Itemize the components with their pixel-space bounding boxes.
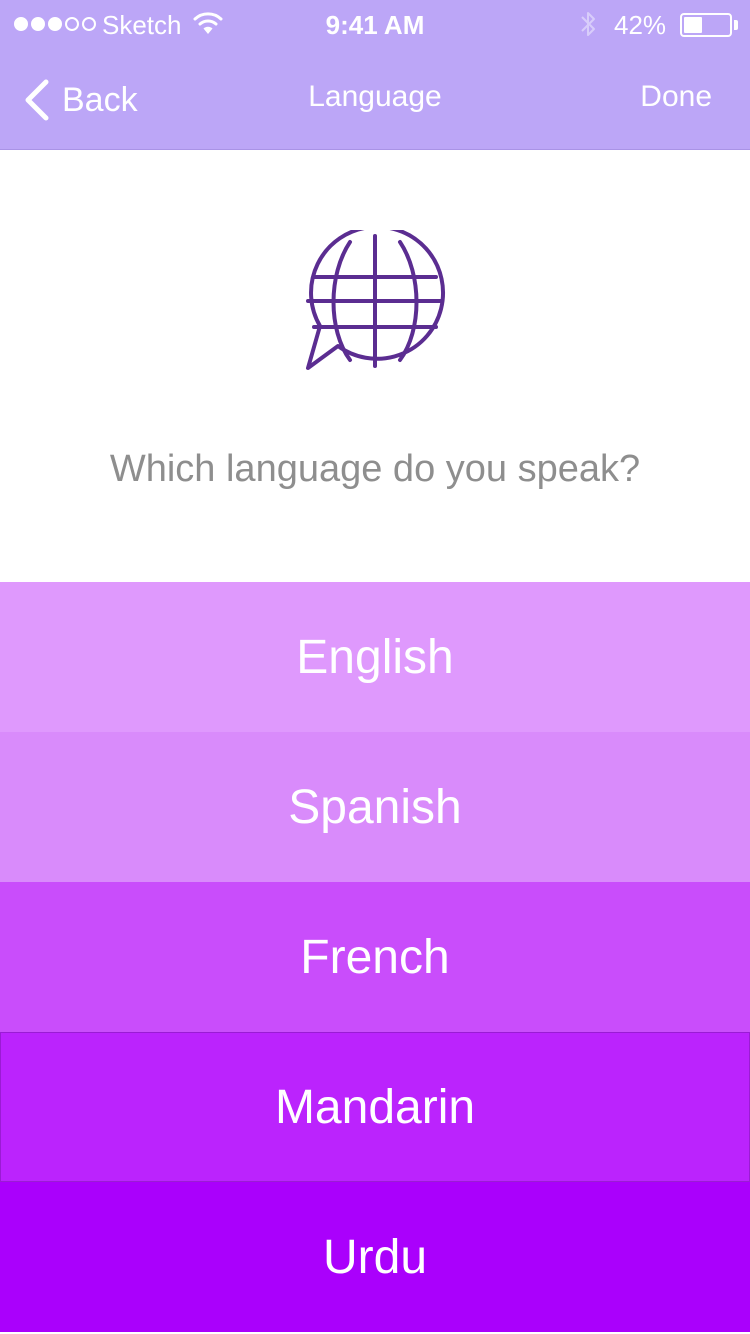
globe-speech-bubble-icon [306, 230, 446, 370]
language-label: Urdu [322, 1230, 428, 1284]
language-label: Spanish [288, 780, 462, 834]
battery-percentage: 42% [614, 10, 667, 40]
bluetooth-icon [581, 12, 595, 36]
language-label: Mandarin [274, 1080, 476, 1134]
page-title: Language [308, 80, 442, 113]
done-button[interactable]: Done [640, 80, 712, 114]
battery-nub [734, 20, 738, 30]
language-label: English [296, 630, 454, 684]
language-option-french[interactable]: French [0, 882, 750, 1032]
language-option-english[interactable]: English [0, 582, 750, 732]
battery-icon [680, 13, 732, 37]
language-option-urdu[interactable]: Urdu [0, 1182, 750, 1332]
nav-bar: Back Language Done [0, 50, 750, 150]
language-label: French [300, 930, 450, 984]
status-bar: Sketch 9:41 AM 42% [0, 0, 750, 50]
language-list: English Spanish French Mandarin Urdu [0, 582, 750, 1332]
battery-level [684, 17, 702, 33]
language-prompt: Which language do you speak? [109, 448, 641, 490]
header: Sketch 9:41 AM 42% Back Language Done [0, 0, 750, 150]
language-option-mandarin[interactable]: Mandarin [0, 1032, 750, 1182]
language-option-spanish[interactable]: Spanish [0, 732, 750, 882]
